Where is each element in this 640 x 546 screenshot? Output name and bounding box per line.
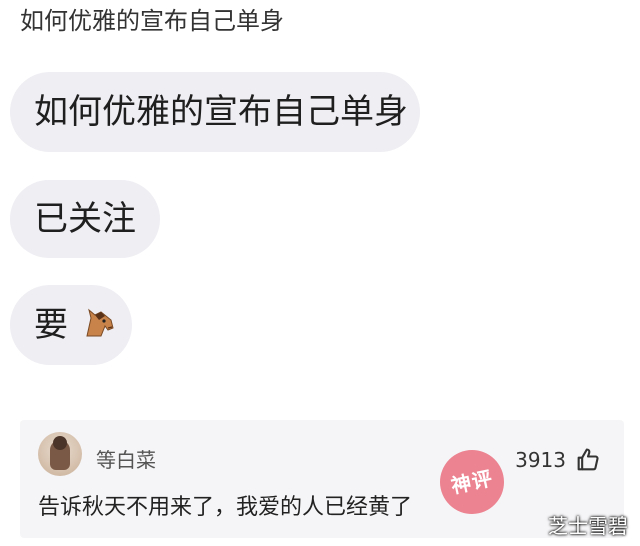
watermark: 芝士雪碧 xyxy=(548,514,628,538)
hot-comment-stamp: 神评 xyxy=(434,444,510,520)
message-bubble[interactable]: 如何优雅的宣布自己单身 xyxy=(10,72,420,152)
thumbs-up-icon[interactable] xyxy=(574,446,602,474)
post-title: 如何优雅的宣布自己单身 xyxy=(20,7,284,35)
message-bubble[interactable]: 要 xyxy=(10,285,132,365)
avatar-head xyxy=(53,436,67,450)
message-text: 已关注 xyxy=(34,199,136,239)
comment-card: 等白菜 3913 告诉秋天不用来了，我爱的人已经黄了 神评 xyxy=(20,420,624,538)
avatar[interactable] xyxy=(38,432,82,476)
horse-face-icon xyxy=(81,306,117,351)
like-count: 3913 xyxy=(515,448,566,472)
comment-text: 告诉秋天不用来了，我爱的人已经黄了 xyxy=(38,495,413,520)
message-bubble[interactable]: 已关注 xyxy=(10,180,160,258)
message-text: 要 xyxy=(34,305,68,345)
message-text: 如何优雅的宣布自己单身 xyxy=(34,92,408,132)
comment-username[interactable]: 等白菜 xyxy=(96,448,156,472)
